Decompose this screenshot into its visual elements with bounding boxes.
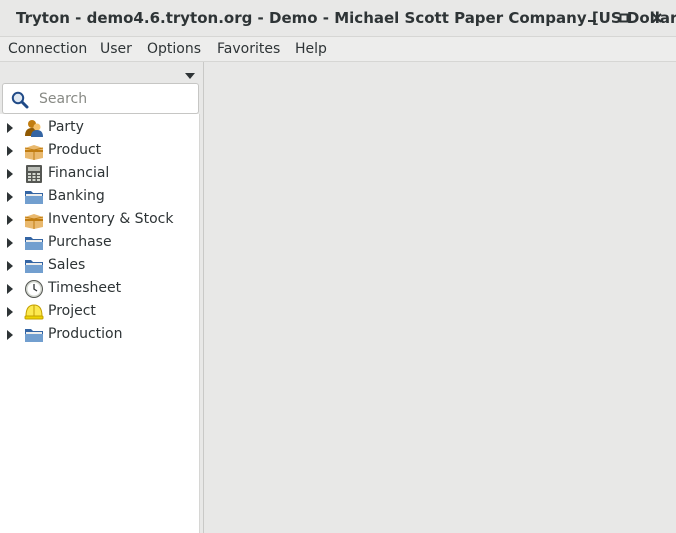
tryton-window: Tryton - demo4.6.tryton.org - Demo - Mic… <box>0 0 676 533</box>
sidebar: Party Product <box>0 62 204 533</box>
maximize-icon <box>619 13 629 23</box>
expander-icon[interactable] <box>7 169 13 179</box>
folder-icon <box>25 191 43 204</box>
tree-item-inventory-stock[interactable]: Inventory & Stock <box>0 209 200 232</box>
menu-user[interactable]: User <box>100 41 132 57</box>
expander-icon[interactable] <box>7 123 13 133</box>
tree-item-label: Party <box>48 119 84 135</box>
search-icon <box>11 91 29 109</box>
tree-item-timesheet[interactable]: Timesheet <box>0 278 200 301</box>
main-content-area <box>205 62 676 533</box>
calculator-icon <box>26 165 42 183</box>
search-box <box>2 83 199 114</box>
expander-icon[interactable] <box>7 146 13 156</box>
title-bar: Tryton - demo4.6.tryton.org - Demo - Mic… <box>0 0 676 37</box>
tree-item-banking[interactable]: Banking <box>0 186 200 209</box>
menu-favorites[interactable]: Favorites <box>217 41 280 57</box>
sidebar-dropdown-button[interactable] <box>184 68 196 79</box>
tree-item-party[interactable]: Party <box>0 117 200 140</box>
party-icon <box>25 120 43 137</box>
tree-item-label: Timesheet <box>48 280 122 296</box>
close-icon <box>652 13 662 23</box>
expander-icon[interactable] <box>7 284 13 294</box>
menu-tree: Party Product Financial Banking Inventor… <box>0 117 200 347</box>
tree-item-label: Sales <box>48 257 86 273</box>
menu-options[interactable]: Options <box>147 41 201 57</box>
minimize-icon <box>588 20 596 22</box>
tree-item-label: Inventory & Stock <box>48 211 174 227</box>
menu-bar: Connection User Options Favorites Help <box>0 37 676 62</box>
search-input[interactable] <box>39 88 189 109</box>
product-icon <box>24 145 44 160</box>
triangle-down-icon <box>185 73 195 79</box>
clock-icon <box>25 280 43 298</box>
expander-icon[interactable] <box>7 192 13 202</box>
tree-item-label: Production <box>48 326 123 342</box>
hardhat-icon <box>24 304 44 320</box>
window-title: Tryton - demo4.6.tryton.org - Demo - Mic… <box>16 9 676 27</box>
box-icon <box>24 214 44 229</box>
tree-item-label: Product <box>48 142 102 158</box>
tree-item-purchase[interactable]: Purchase <box>0 232 200 255</box>
maximize-button[interactable] <box>614 8 634 28</box>
tree-item-label: Financial <box>48 165 110 181</box>
menu-connection[interactable]: Connection <box>8 41 87 57</box>
tree-item-label: Project <box>48 303 96 319</box>
expander-icon[interactable] <box>7 238 13 248</box>
folder-icon <box>25 260 43 273</box>
folder-icon <box>25 329 43 342</box>
expander-icon[interactable] <box>7 307 13 317</box>
expander-icon[interactable] <box>7 261 13 271</box>
folder-icon <box>25 237 43 250</box>
menu-help[interactable]: Help <box>295 41 327 57</box>
tree-item-project[interactable]: Project <box>0 301 200 324</box>
minimize-button[interactable] <box>582 8 602 28</box>
expander-icon[interactable] <box>7 215 13 225</box>
tree-item-label: Banking <box>48 188 105 204</box>
tree-item-product[interactable]: Product <box>0 140 200 163</box>
expander-icon[interactable] <box>7 330 13 340</box>
tree-item-sales[interactable]: Sales <box>0 255 200 278</box>
tree-item-label: Purchase <box>48 234 112 250</box>
tree-item-production[interactable]: Production <box>0 324 200 347</box>
tree-item-financial[interactable]: Financial <box>0 163 200 186</box>
close-button[interactable] <box>647 8 667 28</box>
